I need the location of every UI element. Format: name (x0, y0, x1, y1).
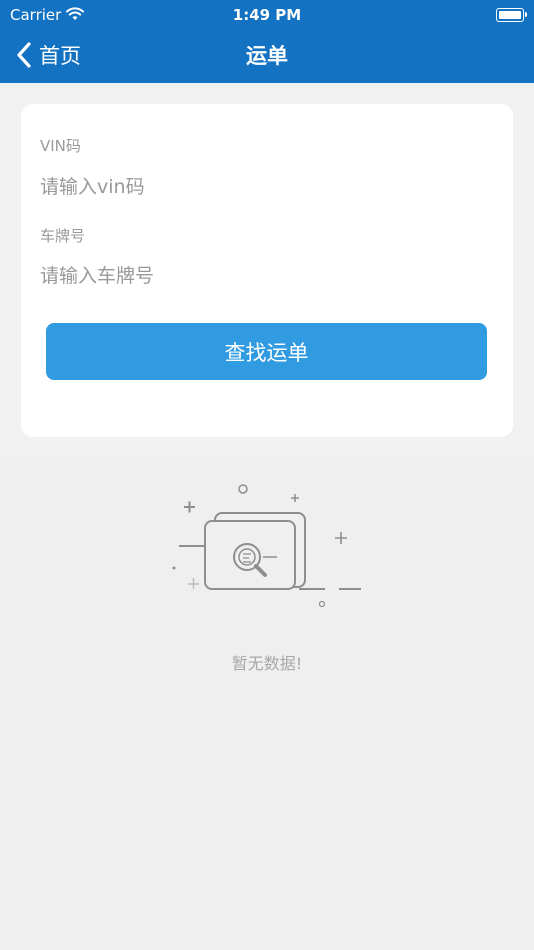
vin-label: VIN码 (40, 137, 81, 155)
search-waybill-button[interactable]: 查找运单 (46, 323, 487, 380)
plate-input[interactable] (40, 261, 480, 291)
status-bar: Carrier 1:49 PM (0, 3, 534, 25)
plate-label: 车牌号 (40, 227, 86, 245)
search-card: VIN码 车牌号 查找运单 (21, 104, 513, 437)
empty-data-illustration (172, 484, 361, 608)
empty-state-text: 暂无数据! (231, 654, 303, 673)
form-section: VIN码 车牌号 查找运单 (0, 83, 534, 458)
nav-bar: Carrier 1:49 PM 首页 运单 (0, 0, 534, 83)
battery-icon (496, 8, 527, 22)
clock: 1:49 PM (232, 6, 302, 24)
page-title: 运单 (246, 44, 288, 68)
vin-input[interactable] (40, 172, 480, 202)
